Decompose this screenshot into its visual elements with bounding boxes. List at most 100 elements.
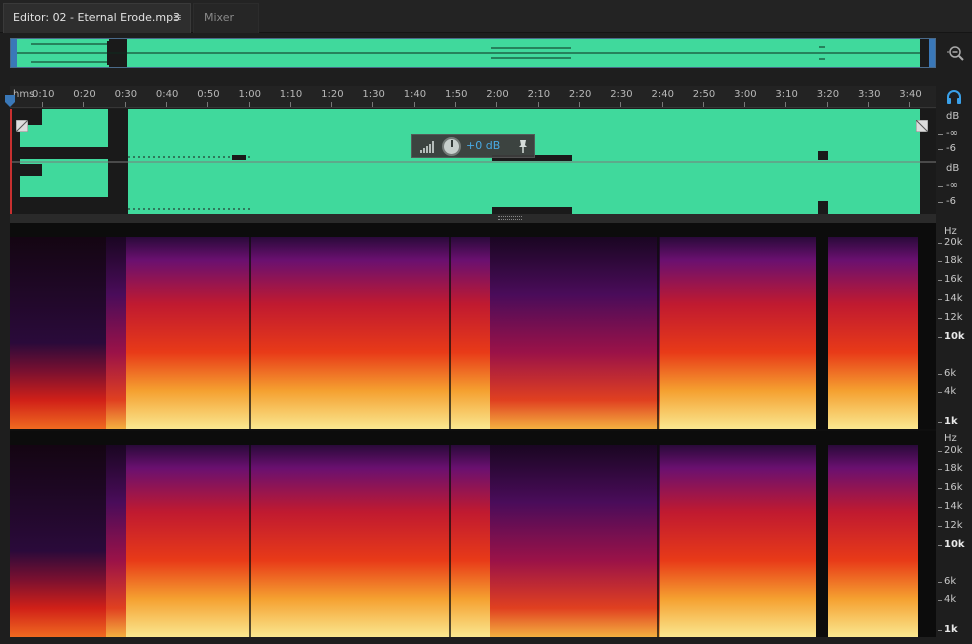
volume-hud[interactable]: +0 dB — [411, 134, 535, 158]
tab-mixer[interactable]: Mixer — [193, 3, 259, 33]
hz-label: 12k — [944, 520, 963, 531]
ruler-label: 3:20 — [816, 89, 840, 100]
hz-tick — [938, 582, 942, 583]
ruler-tick — [207, 102, 209, 107]
tab-editor-label: Editor: 02 - Eternal Erode.mp3 — [13, 11, 181, 24]
ruler-tick — [331, 102, 333, 107]
waveform-graphic — [12, 109, 936, 214]
hz-tick — [938, 507, 942, 508]
ruler-label: 1:40 — [403, 89, 427, 100]
ruler-label: 3:10 — [775, 89, 798, 100]
db-tick — [938, 202, 943, 203]
ruler-label: 0:40 — [155, 89, 179, 100]
overview-waveform — [11, 39, 935, 67]
fade-in-handle[interactable] — [16, 120, 28, 132]
db-unit-label: dB — [946, 163, 960, 174]
hz-tick — [938, 600, 942, 601]
hz-tick — [938, 337, 942, 338]
amplitude-scale-top: dB -∞ -6 — [938, 110, 972, 162]
hz-label: 10k — [944, 539, 965, 550]
ruler-tick — [413, 102, 415, 107]
hz-label: 16k — [944, 482, 963, 493]
ruler-tick — [248, 102, 250, 107]
db-label-neg-inf: -∞ — [946, 180, 958, 191]
hz-tick — [938, 318, 942, 319]
volume-bars-icon — [420, 141, 434, 153]
hz-tick — [938, 261, 942, 262]
ruler-label: 2:50 — [692, 89, 716, 100]
ruler-label: 2:10 — [527, 89, 551, 100]
tab-menu-icon[interactable]: ≡ — [173, 4, 182, 32]
tab-mixer-label: Mixer — [204, 11, 235, 24]
hz-tick — [938, 422, 942, 423]
volume-knob[interactable] — [442, 137, 461, 156]
hz-tick — [938, 451, 942, 452]
frequency-scale-1: Hz 20k 18k 16k 14k 12k 10k 6k 4k 1k — [938, 223, 972, 429]
ruler-tick — [620, 102, 622, 107]
ruler-label: 1:10 — [279, 89, 303, 100]
fade-out-handle[interactable] — [916, 120, 928, 132]
hz-tick — [938, 545, 942, 546]
tab-editor[interactable]: Editor: 02 - Eternal Erode.mp3 ≡ — [3, 3, 191, 33]
db-label-neg6: -6 — [946, 196, 956, 207]
hz-label: 20k — [944, 237, 963, 248]
ruler-tick — [578, 102, 580, 107]
pin-icon[interactable] — [516, 138, 530, 154]
overview-waveform-graphic — [11, 39, 935, 67]
overview-left-handle[interactable] — [11, 39, 17, 67]
db-tick — [938, 149, 943, 150]
ruler-label: 0:10 — [32, 89, 55, 100]
volume-value[interactable]: +0 dB — [466, 139, 500, 152]
hz-tick — [938, 299, 942, 300]
hz-label: 4k — [944, 594, 957, 605]
hz-tick — [938, 526, 942, 527]
db-unit-label: dB — [946, 111, 960, 122]
ruler-tick — [744, 102, 746, 107]
ruler-tick — [826, 102, 828, 107]
hz-unit-label: Hz — [944, 433, 957, 444]
hz-label: 12k — [944, 312, 963, 323]
ruler-tick — [124, 102, 126, 107]
frequency-scale-2: Hz 20k 18k 16k 14k 12k 10k 6k 4k 1k — [938, 431, 972, 637]
headphones-icon[interactable] — [946, 90, 962, 104]
ruler-tick — [372, 102, 374, 107]
hz-label: 14k — [944, 501, 963, 512]
ruler-label: 3:40 — [899, 89, 922, 100]
playhead-marker[interactable] — [5, 95, 15, 107]
ruler-tick — [785, 102, 787, 107]
hz-label: 10k — [944, 331, 965, 342]
ruler-label: 3:30 — [858, 89, 881, 100]
tab-bar: Editor: 02 - Eternal Erode.mp3 ≡ Mixer — [0, 0, 972, 33]
zoom-out-icon[interactable] — [945, 43, 965, 63]
db-tick — [938, 186, 943, 187]
time-ruler[interactable]: hms 0:10 0:20 0:30 0:40 0:50 1:00 1:10 1:20 1:30… — [10, 86, 936, 108]
hz-tick — [938, 243, 942, 244]
hz-label: 16k — [944, 274, 963, 285]
waveform-display[interactable] — [10, 109, 936, 214]
overview-navigator[interactable] — [10, 38, 936, 68]
overview-right-handle[interactable] — [929, 39, 935, 67]
hz-label: 20k — [944, 445, 963, 456]
spectrogram-channel-1[interactable] — [10, 223, 936, 429]
hz-tick — [938, 469, 942, 470]
ruler-label: 0:50 — [197, 89, 220, 100]
ruler-tick — [455, 102, 456, 107]
ruler-tick — [289, 102, 291, 107]
ruler-label: 1:30 — [362, 89, 385, 100]
hz-label: 14k — [944, 293, 963, 304]
ruler-label: 0:20 — [73, 89, 96, 100]
spectrogram-channel-2[interactable] — [10, 431, 936, 637]
ruler-label: 1:00 — [238, 89, 261, 100]
db-label-neg6: -6 — [946, 143, 956, 154]
hz-label: 18k — [944, 255, 963, 266]
spectrogram-graphic-1 — [10, 223, 936, 429]
amplitude-scale-bottom: dB -∞ -6 — [938, 162, 972, 214]
resize-handle[interactable] — [498, 216, 522, 220]
ruler-tick — [868, 102, 869, 107]
ruler-label: 2:40 — [651, 89, 674, 100]
ruler-tick — [909, 102, 911, 107]
hz-label: 18k — [944, 463, 963, 474]
panel-separator — [10, 214, 936, 223]
hz-unit-label: Hz — [944, 226, 957, 237]
ruler-tick — [165, 102, 167, 107]
